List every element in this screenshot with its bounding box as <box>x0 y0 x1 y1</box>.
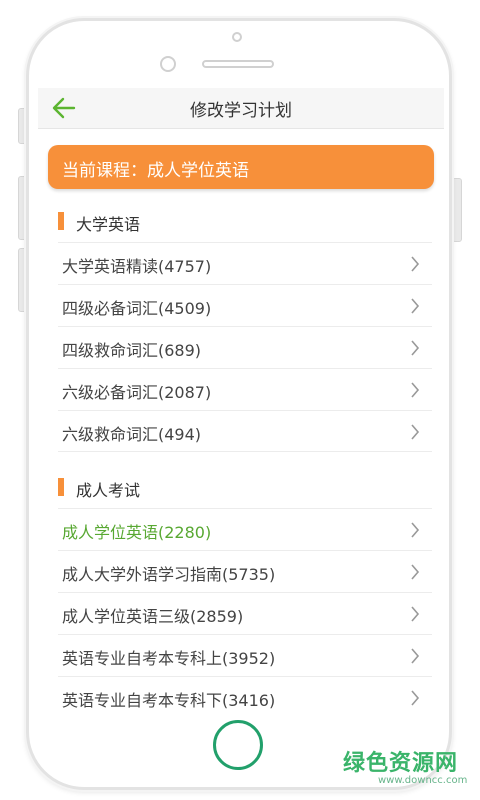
chevron-right-icon <box>411 690 420 706</box>
front-sensor-icon <box>160 56 176 72</box>
section-header-college-english: 大学英语 <box>58 206 434 236</box>
list-item-label: 成人学位英语三级(2859) <box>62 607 244 626</box>
chevron-right-icon <box>411 606 420 622</box>
list-item[interactable]: 四级救命词汇(689) <box>58 326 432 368</box>
section-marker <box>58 212 64 230</box>
list-item-label: 六级必备词汇(2087) <box>62 383 212 402</box>
list-item-label: 四级必备词汇(4509) <box>62 299 212 318</box>
chevron-right-icon <box>411 382 420 398</box>
list-item[interactable]: 六级必备词汇(2087) <box>58 368 432 410</box>
chevron-right-icon <box>411 424 420 440</box>
chevron-right-icon <box>411 522 420 538</box>
list-item[interactable]: 成人大学外语学习指南(5735) <box>58 550 432 592</box>
section-header-adult-exam: 成人考试 <box>58 472 434 502</box>
list-item[interactable]: 英语专业自考本专科下(3416) <box>58 676 432 712</box>
list-item-label: 英语专业自考本专科下(3416) <box>62 691 276 710</box>
page-title: 修改学习计划 <box>190 101 292 121</box>
camera-icon <box>232 32 242 42</box>
chevron-right-icon <box>411 256 420 272</box>
list-item-label: 成人学位英语(2280) <box>62 523 212 542</box>
adult-exam-list: 成人学位英语(2280) 成人大学外语学习指南(5735) 成人学位英语三级(2… <box>58 508 432 712</box>
chevron-right-icon <box>411 340 420 356</box>
current-course-banner: 当前课程：成人学位英语 <box>48 145 434 189</box>
list-item-label: 六级救命词汇(494) <box>62 425 202 444</box>
section-title: 大学英语 <box>76 215 141 234</box>
list-item[interactable]: 六级救命词汇(494) <box>58 410 432 452</box>
current-course-label: 当前课程：成人学位英语 <box>62 161 249 181</box>
list-item[interactable]: 四级必备词汇(4509) <box>58 284 432 326</box>
list-item-label: 英语专业自考本专科上(3952) <box>62 649 276 668</box>
navigation-bar: 修改学习计划 <box>38 88 444 129</box>
chevron-right-icon <box>411 564 420 580</box>
watermark-text: 绿色资源网 <box>343 751 459 776</box>
list-item[interactable]: 成人学位英语三级(2859) <box>58 592 432 634</box>
chevron-right-icon <box>411 648 420 664</box>
list-item[interactable]: 大学英语精读(4757) <box>58 242 432 284</box>
home-button[interactable] <box>213 720 263 770</box>
section-marker <box>58 478 64 496</box>
list-item-label: 四级救命词汇(689) <box>62 341 202 360</box>
list-item-label: 成人大学外语学习指南(5735) <box>62 565 276 584</box>
app-screen: 修改学习计划 当前课程：成人学位英语 大学英语 大学英语精读(4757) 四级必… <box>38 88 444 712</box>
section-title: 成人考试 <box>76 481 141 500</box>
list-item-selected[interactable]: 成人学位英语(2280) <box>58 508 432 550</box>
power-button <box>452 178 462 242</box>
watermark-url: www.downcc.com <box>378 775 468 786</box>
list-item[interactable]: 英语专业自考本专科上(3952) <box>58 634 432 676</box>
college-english-list: 大学英语精读(4757) 四级必备词汇(4509) 四级救命词汇(689) 六级… <box>58 242 432 452</box>
chevron-right-icon <box>411 298 420 314</box>
earpiece-speaker <box>202 60 274 68</box>
list-item-label: 大学英语精读(4757) <box>62 257 212 276</box>
